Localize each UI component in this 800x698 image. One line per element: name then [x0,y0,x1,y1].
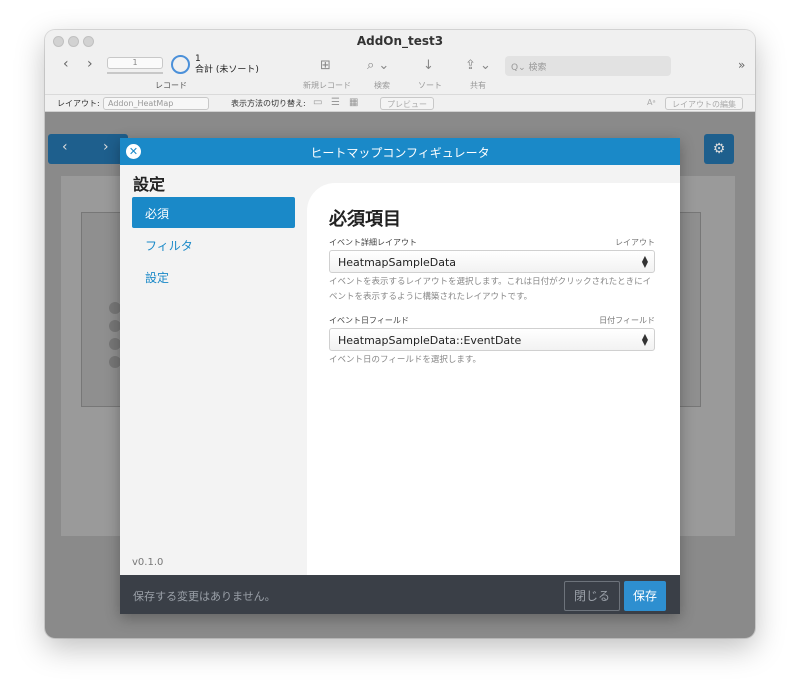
layout-bar: レイアウト: Addon_HeatMap 表示方法の切り替え: ▭ ☰ ▦ プレ… [45,94,755,112]
dialog-header: ✕ ヒートマップコンフィギュレータ [120,138,680,165]
select-arrows-icon: ▲ ▼ [641,254,648,269]
event-layout-type-label: レイアウト [615,238,655,247]
record-total-label: 合計 (未ソート) [195,65,259,75]
background-prev-icon: ‹ [62,139,68,155]
find-icon[interactable]: ⌕ ⌄ [367,58,389,73]
background-nav-buttons: ‹ › [48,134,128,164]
record-count-value: 1 [195,54,201,64]
table-view-icon[interactable]: ▦ [349,97,358,108]
titlebar: AddOn_test3 ‹ › 1 1 合計 (未ソート) レコード ⊞ 新規レ… [45,30,755,124]
version-label: v0.1.0 [132,557,164,568]
heatmap-configurator-dialog: ✕ ヒートマップコンフィギュレータ 設定 必須 フィルタ 設定 v0.1.0 必… [120,138,680,614]
event-layout-value: HeatmapSampleData [338,256,457,269]
event-layout-help: イベントを表示するレイアウトを選択します。これは日付がクリックされたときにイベン… [329,277,652,302]
sort-label: ソート [418,81,442,90]
layout-select[interactable]: Addon_HeatMap [103,97,209,110]
event-date-label: イベント日フィールド [329,316,409,325]
event-date-select[interactable]: HeatmapSampleData::EventDate ▲ ▼ [329,328,655,351]
new-record-icon[interactable]: ⊞ [320,58,331,73]
record-number-field[interactable]: 1 [107,57,163,69]
sidebar-item-filter[interactable]: フィルタ [132,229,295,260]
event-date-type-label: 日付フィールド [599,316,655,325]
event-date-value: HeatmapSampleData::EventDate [338,334,522,347]
sidebar-heading: 設定 [133,175,166,194]
sort-icon[interactable]: ↓ [423,58,434,73]
record-slider[interactable] [107,72,163,74]
view-as-label: 表示方法の切り替え: [231,99,306,108]
background-gear-icon: ⚙ [704,134,734,164]
section-title: 必須項目 [329,209,401,230]
background-next-icon: › [103,139,109,155]
form-view-icon[interactable]: ▭ [313,97,322,108]
event-layout-select[interactable]: HeatmapSampleData ▲ ▼ [329,250,655,273]
record-label: レコード [155,81,187,90]
record-progress-ring-icon [171,55,190,74]
window-title: AddOn_test3 [356,34,444,48]
find-label: 検索 [374,81,390,90]
share-label: 共有 [470,81,486,90]
footer-status: 保存する変更はありません。 [133,590,276,603]
save-button[interactable]: 保存 [624,581,666,611]
close-button[interactable]: 閉じる [564,581,620,611]
next-record-icon[interactable]: › [87,56,93,72]
previous-record-icon[interactable]: ‹ [63,56,69,72]
text-format-icon[interactable]: Aᵃ [647,98,656,107]
event-layout-label: イベント詳細レイアウト [329,238,417,247]
preview-button[interactable]: プレビュー [380,97,434,110]
share-icon[interactable]: ⇪ ⌄ [465,58,491,73]
toolbar-overflow-icon[interactable]: » [738,58,745,72]
sidebar-item-required[interactable]: 必須 [132,197,295,228]
sidebar-item-settings[interactable]: 設定 [132,261,295,292]
new-record-label: 新規レコード [303,81,351,90]
layout-label: レイアウト: [57,99,100,108]
select-arrows-icon: ▲ ▼ [641,332,648,347]
dialog-footer: 保存する変更はありません。 閉じる 保存 [120,575,680,614]
list-view-icon[interactable]: ☰ [331,97,340,108]
dialog-title: ヒートマップコンフィギュレータ [310,146,490,160]
record-count: 1 合計 (未ソート) [195,54,259,76]
main-panel: 必須項目 イベント詳細レイアウト レイアウト HeatmapSampleData… [307,183,680,575]
edit-layout-button[interactable]: レイアウトの編集 [665,97,743,110]
event-date-help: イベント日のフィールドを選択します。 [329,355,481,365]
quick-find-input[interactable]: Q⌄ 検索 [505,56,671,76]
